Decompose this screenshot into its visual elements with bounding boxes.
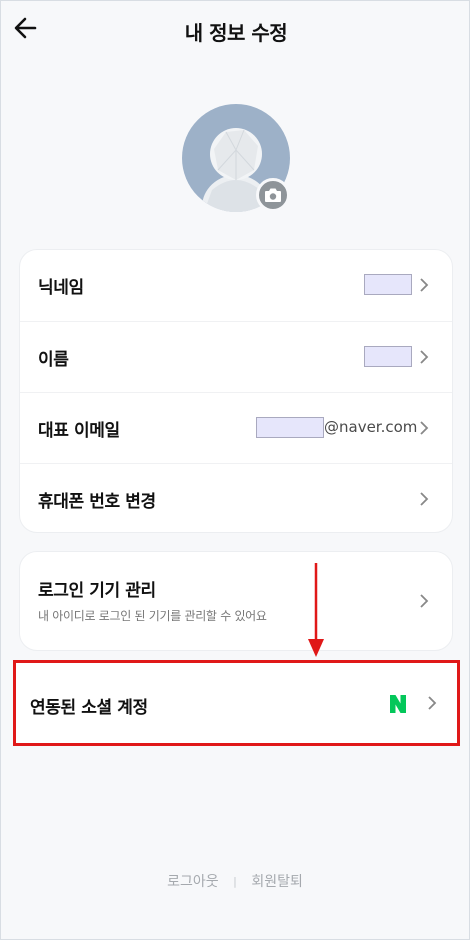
device-management-description: 내 아이디로 로그인 된 기기를 관리할 수 있어요 bbox=[38, 609, 267, 623]
footer: 로그아웃 | 회원탈퇴 bbox=[1, 871, 469, 891]
redacted-email-id bbox=[256, 417, 324, 438]
chevron-right-icon bbox=[428, 696, 437, 710]
chevron-right-icon bbox=[420, 594, 429, 608]
logout-link[interactable]: 로그아웃 bbox=[167, 871, 219, 891]
camera-button[interactable] bbox=[256, 178, 290, 212]
withdraw-link[interactable]: 회원탈퇴 bbox=[251, 871, 303, 891]
email-domain: @naver.com bbox=[324, 418, 418, 436]
nickname-label: 닉네임 bbox=[38, 278, 84, 298]
annotation-arrow bbox=[308, 563, 324, 657]
camera-icon bbox=[265, 188, 281, 202]
nickname-row[interactable]: 닉네임 bbox=[20, 250, 452, 321]
profile-avatar[interactable] bbox=[182, 104, 290, 212]
footer-separator: | bbox=[233, 874, 237, 888]
device-management-row[interactable]: 로그인 기기 관리 내 아이디로 로그인 된 기기를 관리할 수 있어요 bbox=[19, 551, 453, 651]
redacted-name bbox=[364, 346, 412, 367]
app-frame: 내 정보 수정 닉네임 이름 대표 이메일 @naver.com 휴대폰 번호 … bbox=[0, 0, 470, 940]
page-title: 내 정보 수정 bbox=[184, 21, 288, 45]
name-row[interactable]: 이름 bbox=[20, 321, 452, 392]
linked-social-account-row[interactable]: 연동된 소셜 계정 bbox=[13, 660, 460, 746]
device-management-label: 로그인 기기 관리 bbox=[38, 581, 156, 601]
email-label: 대표 이메일 bbox=[38, 421, 120, 441]
name-label: 이름 bbox=[38, 350, 69, 370]
chevron-right-icon bbox=[420, 421, 429, 435]
chevron-right-icon bbox=[420, 350, 429, 364]
chevron-right-icon bbox=[420, 492, 429, 506]
chevron-right-icon bbox=[420, 278, 429, 292]
redacted-nickname bbox=[364, 274, 412, 295]
profile-info-card: 닉네임 이름 대표 이메일 @naver.com 휴대폰 번호 변경 bbox=[19, 249, 453, 533]
email-row[interactable]: 대표 이메일 @naver.com bbox=[20, 392, 452, 463]
naver-n-icon bbox=[390, 695, 406, 713]
phone-change-label: 휴대폰 번호 변경 bbox=[38, 492, 156, 512]
linked-social-account-label: 연동된 소셜 계정 bbox=[30, 698, 148, 718]
header: 내 정보 수정 bbox=[1, 1, 470, 59]
phone-change-row[interactable]: 휴대폰 번호 변경 bbox=[20, 463, 452, 534]
